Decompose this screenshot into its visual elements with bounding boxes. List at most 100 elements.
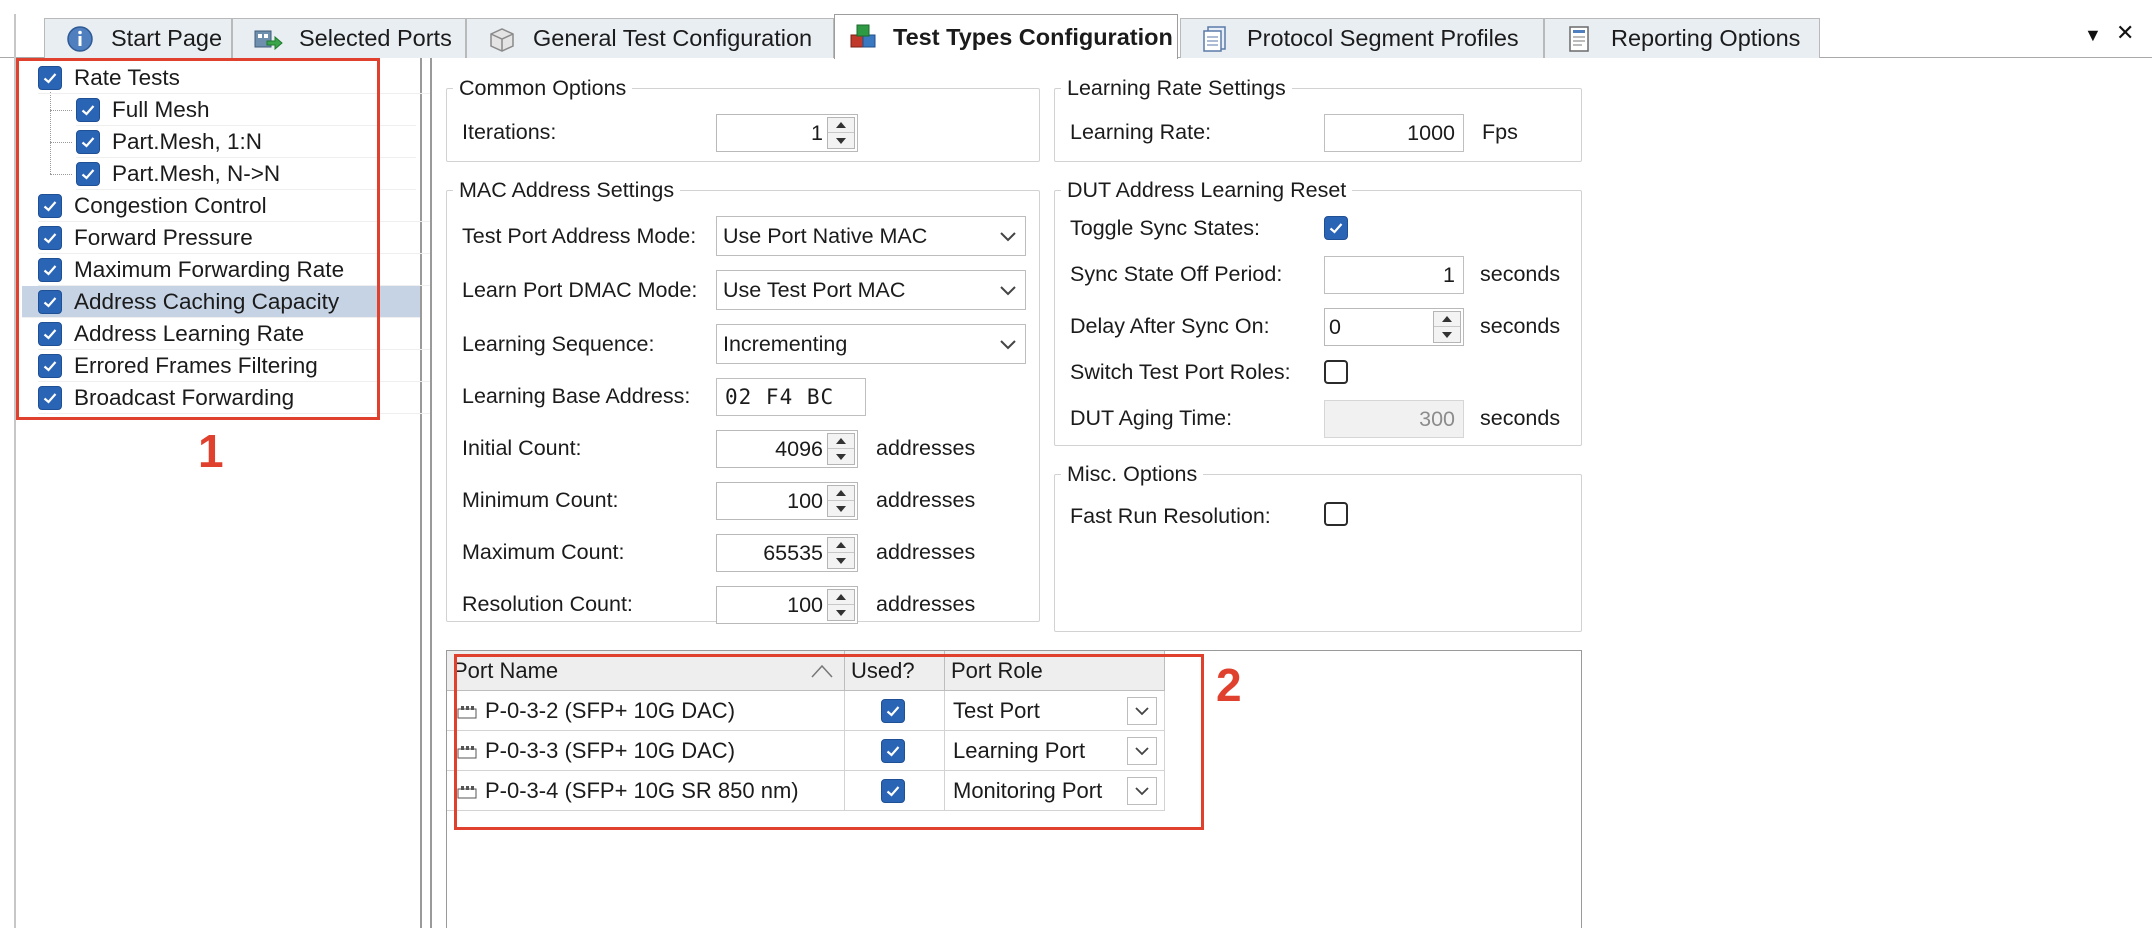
group-title: DUT Address Learning Reset [1067,178,1347,202]
group-title: Common Options [459,76,627,100]
dut-aging-time-input: 300 [1324,400,1464,438]
spin-up-icon[interactable] [828,590,854,605]
resolution-count-spinner[interactable]: 100 [716,586,858,624]
tab-start-page[interactable]: Start Page [44,18,232,58]
learning-rate-unit: Fps [1482,120,1518,144]
spinner-value: 65535 [763,541,823,565]
spinner-value: 100 [787,593,823,617]
group-title: MAC Address Settings [459,178,675,202]
minimum-count-spinner[interactable]: 100 [716,482,858,520]
learning-rate-label: Learning Rate: [1070,120,1212,144]
maximum-count-label: Maximum Count: [462,540,625,564]
fast-run-resolution-checkbox[interactable] [1324,502,1348,526]
spinner-buttons [827,117,855,149]
spinner-value: 4096 [775,437,823,461]
learning-base-address-input[interactable]: 02 F4 BC [716,378,866,416]
maximum-count-unit: addresses [876,540,976,564]
spin-down-icon[interactable] [828,133,854,148]
spin-down-icon[interactable] [1434,327,1460,342]
sync-state-off-period-input[interactable]: 1 [1324,256,1464,294]
spin-up-icon[interactable] [828,486,854,501]
initial-count-spinner[interactable]: 4096 [716,430,858,468]
iterations-spinner[interactable]: 1 [716,114,858,152]
dut-aging-time-label: DUT Aging Time: [1070,406,1233,430]
close-icon[interactable]: ✕ [2116,22,2134,44]
select-value: Use Port Native MAC [723,224,928,248]
spin-down-icon[interactable] [828,553,854,568]
test-port-address-mode-select[interactable]: Use Port Native MAC [716,216,1026,256]
maximum-count-spinner[interactable]: 65535 [716,534,858,572]
select-value: Use Test Port MAC [723,278,906,302]
info-icon [67,26,93,52]
tab-label: Protocol Segment Profiles [1247,25,1519,51]
learning-rate-input[interactable]: 1000 [1324,114,1464,152]
minimum-count-unit: addresses [876,488,976,512]
spin-up-icon[interactable] [1434,312,1460,327]
annotation-box-2 [454,654,1204,830]
spin-up-icon[interactable] [828,538,854,553]
dut-aging-time-unit: seconds [1480,406,1561,430]
delay-after-sync-on-label: Delay After Sync On: [1070,314,1270,338]
tab-label: General Test Configuration [533,25,813,51]
chevron-down-icon [1000,286,1016,296]
sync-state-off-period-label: Sync State Off Period: [1070,262,1283,286]
iterations-label: Iterations: [462,120,557,144]
annotation-box-1 [16,58,380,420]
spinner-buttons [1433,311,1461,343]
tab-test-types-configuration[interactable]: Test Types Configuration [834,14,1178,59]
spinner-value: 1 [811,121,823,145]
spinner-value: 0 [1329,315,1341,339]
spinner-buttons [827,537,855,569]
spin-down-icon[interactable] [828,501,854,516]
box-icon [490,28,514,52]
toggle-sync-states-label: Toggle Sync States: [1070,216,1261,240]
switch-test-port-roles-checkbox[interactable] [1324,360,1348,384]
cubes-icon [850,24,876,48]
chevron-down-icon [1000,232,1016,242]
tab-label: Selected Ports [299,25,452,51]
tab-protocol-segment-profiles[interactable]: Protocol Segment Profiles [1180,18,1544,58]
learning-sequence-label: Learning Sequence: [462,332,655,356]
group-title: Misc. Options [1067,462,1198,486]
checkmark-icon [1329,223,1343,234]
sync-state-off-period-unit: seconds [1480,262,1561,286]
learning-sequence-select[interactable]: Incrementing [716,324,1026,364]
toggle-sync-states-checkbox[interactable] [1324,216,1348,240]
annotation-label-2: 2 [1216,659,1242,711]
learn-port-dmac-mode-label: Learn Port DMAC Mode: [462,278,698,302]
switch-test-port-roles-label: Switch Test Port Roles: [1070,360,1291,384]
spin-down-icon[interactable] [828,605,854,620]
learn-port-dmac-mode-select[interactable]: Use Test Port MAC [716,270,1026,310]
initial-count-label: Initial Count: [462,436,582,460]
learning-rate-settings-group: Learning Rate Settings [1054,76,1582,162]
spinner-buttons [827,589,855,621]
tab-selected-ports[interactable]: Selected Ports [232,18,466,58]
select-value: Incrementing [723,332,848,356]
learning-base-address-label: Learning Base Address: [462,384,691,408]
group-title: Learning Rate Settings [1067,76,1286,100]
ports-arrow-icon [254,30,283,51]
minimum-count-label: Minimum Count: [462,488,619,512]
spin-up-icon[interactable] [828,434,854,449]
fast-run-resolution-label: Fast Run Resolution: [1070,504,1271,528]
tab-label: Reporting Options [1611,25,1801,51]
document-icon [1203,26,1226,52]
delay-after-sync-on-spinner[interactable]: 0 [1324,308,1464,346]
misc-options-group: Misc. Options [1054,462,1582,632]
resolution-count-label: Resolution Count: [462,592,633,616]
resolution-count-unit: addresses [876,592,976,616]
delay-after-sync-on-unit: seconds [1480,314,1561,338]
spin-down-icon[interactable] [828,449,854,464]
initial-count-unit: addresses [876,436,976,460]
tab-bar-divider [14,14,16,58]
spinner-value: 100 [787,489,823,513]
tab-list-dropdown-icon[interactable]: ▼ [2084,26,2102,44]
chevron-down-icon [1000,340,1016,350]
tab-general-test-configuration[interactable]: General Test Configuration [466,18,834,58]
annotation-label-1: 1 [198,425,224,477]
spin-up-icon[interactable] [828,118,854,133]
tab-label: Test Types Configuration [893,23,1173,50]
tab-reporting-options[interactable]: Reporting Options [1544,18,1820,58]
report-icon [1569,26,1589,52]
spinner-buttons [827,433,855,465]
